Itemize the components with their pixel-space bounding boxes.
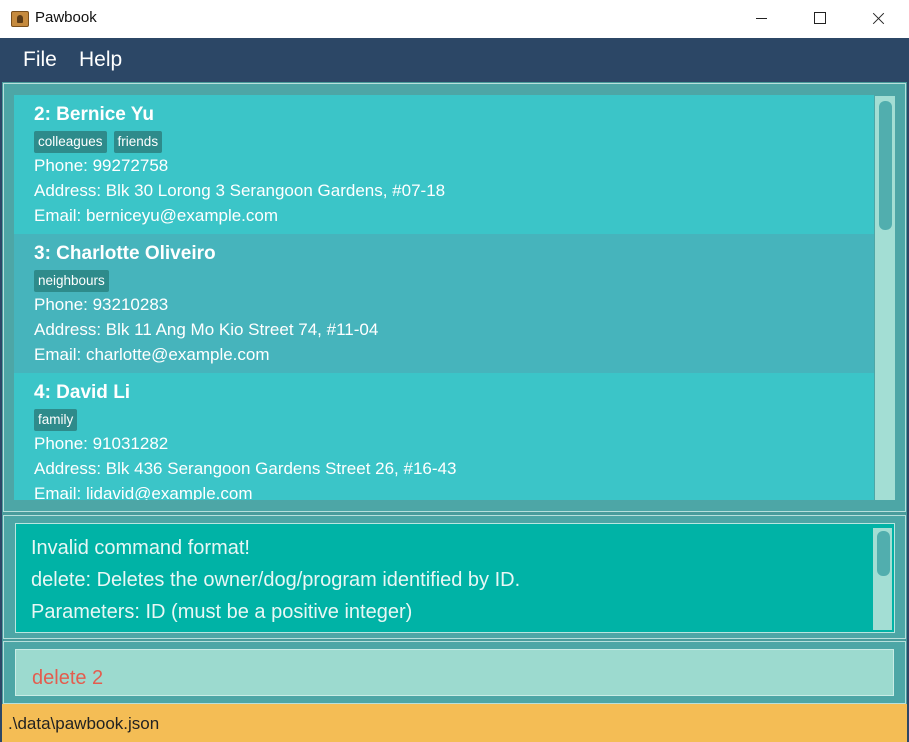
list-item[interactable]: 3: Charlotte Oliveiro neighbours Phone: … <box>14 234 874 373</box>
card-address: Address: Blk 11 Ang Mo Kio Street 74, #1… <box>34 320 379 339</box>
title-bar: Pawbook <box>0 0 909 38</box>
result-display: Invalid command format! delete: Deletes … <box>15 523 895 633</box>
tag-badge: neighbours <box>34 270 109 292</box>
save-location: .\data\pawbook.json <box>8 714 160 733</box>
tag-badge: colleagues <box>34 131 107 153</box>
maximize-icon[interactable] <box>791 0 849 38</box>
card-tags: neighbours <box>34 270 109 292</box>
list-scrollbar-thumb[interactable] <box>879 101 892 230</box>
menu-help[interactable]: Help <box>79 48 122 72</box>
list-item[interactable]: 2: Bernice Yu colleagues friends Phone: … <box>14 95 874 234</box>
command-input[interactable] <box>15 649 894 696</box>
result-scrollbar-thumb[interactable] <box>877 531 890 576</box>
card-phone: Phone: 91031282 <box>34 434 169 453</box>
card-phone: Phone: 93210283 <box>34 295 169 314</box>
status-bar: .\data\pawbook.json <box>0 704 909 742</box>
card-address: Address: Blk 436 Serangoon Gardens Stree… <box>34 459 457 478</box>
result-line: Parameters: ID (must be a positive integ… <box>31 601 413 623</box>
result-line: delete: Deletes the owner/dog/program id… <box>31 569 521 591</box>
app-icon <box>11 11 29 27</box>
card-name: 3: Charlotte Oliveiro <box>34 243 216 264</box>
minimize-icon[interactable] <box>733 0 791 38</box>
menu-bar: File Help <box>0 38 909 82</box>
list-item[interactable]: 4: David Li family Phone: 91031282 Addre… <box>14 373 874 500</box>
card-address: Address: Blk 30 Lorong 3 Serangoon Garde… <box>34 181 446 200</box>
window-title: Pawbook <box>35 9 97 26</box>
menu-file[interactable]: File <box>23 48 57 72</box>
tag-badge: family <box>34 409 78 431</box>
tag-badge: friends <box>113 131 163 153</box>
card-tags: family <box>34 409 78 431</box>
card-name: 2: Bernice Yu <box>34 104 155 125</box>
card-tags: colleagues friends <box>34 131 163 153</box>
close-icon[interactable] <box>849 0 907 38</box>
card-email: Email: lidavid@example.com <box>34 484 253 500</box>
card-email: Email: charlotte@example.com <box>34 345 270 364</box>
person-list[interactable]: 2: Bernice Yu colleagues friends Phone: … <box>14 95 874 500</box>
result-line: Invalid command format! <box>31 537 250 559</box>
card-name: 4: David Li <box>34 382 131 403</box>
card-email: Email: berniceyu@example.com <box>34 206 279 225</box>
card-phone: Phone: 99272758 <box>34 156 169 175</box>
